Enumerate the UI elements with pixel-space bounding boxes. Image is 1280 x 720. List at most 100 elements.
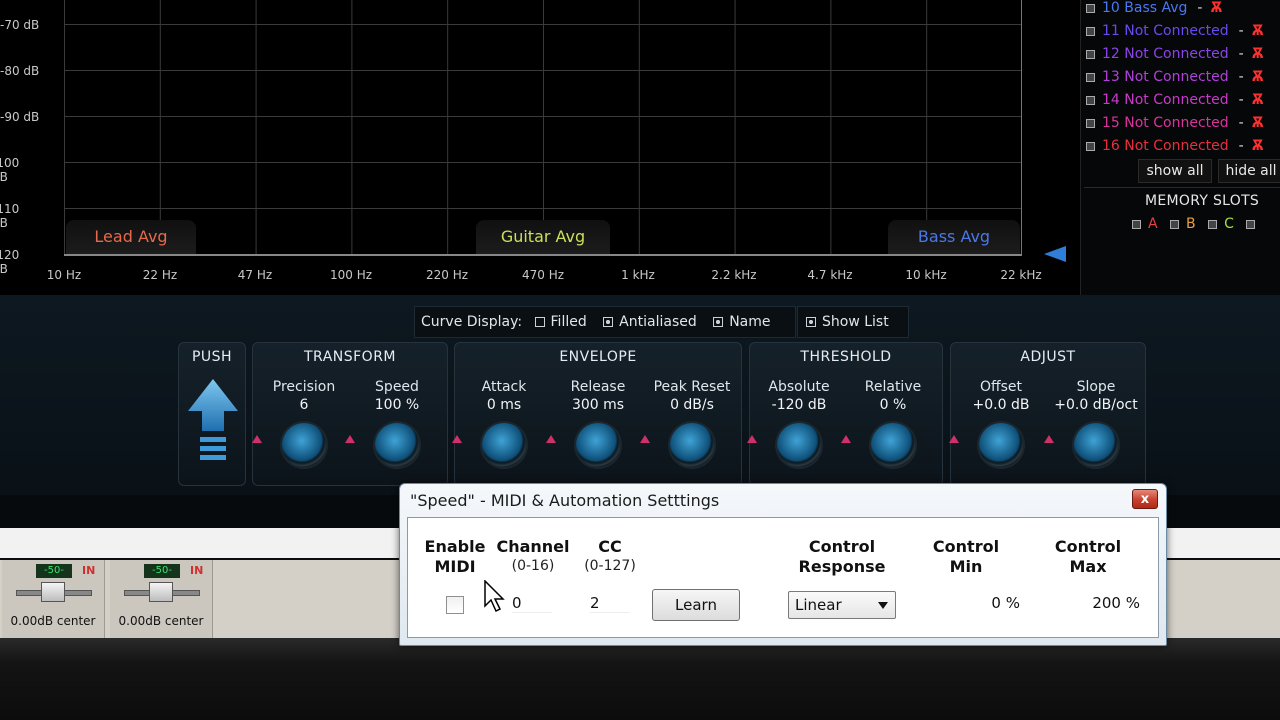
channel-list-item[interactable]: 13 Not Connected - Ѫ [1086,67,1264,87]
knob-value: 6 [299,397,309,413]
delete-channel-icon[interactable]: Ѫ [1252,69,1264,85]
enable-midi-header: Enable MIDI [424,537,486,576]
channel-visibility-checkbox[interactable] [1086,49,1095,59]
push-title: PUSH [191,349,233,365]
slope-knob[interactable] [1044,423,1118,467]
channel-list-item[interactable]: 14 Not Connected - Ѫ [1086,90,1264,110]
cc-header: CC [598,537,622,556]
channel-list-item[interactable]: 16 Not Connected - Ѫ [1086,136,1264,156]
freq-label: 100 Hz [329,268,373,282]
enable-midi-checkbox[interactable] [446,596,464,614]
freq-label: 470 Hz [521,268,565,282]
channel-visibility-checkbox[interactable] [1086,118,1095,128]
automation-arrow-icon[interactable] [1044,435,1054,443]
curve-tag-lead-avg[interactable]: Lead Avg [66,220,196,254]
memory-slot-c[interactable]: C [1208,216,1234,232]
memory-slot-b[interactable]: B [1170,216,1196,232]
channel-dash: - [1238,115,1244,131]
show-all-button[interactable]: show all [1138,159,1212,183]
close-button[interactable]: x [1132,489,1158,509]
offset-knob[interactable] [949,423,1023,467]
threshold-title: THRESHOLD [800,349,892,365]
delete-channel-icon[interactable]: Ѫ [1252,115,1264,131]
channel-visibility-checkbox[interactable] [1086,3,1095,13]
automation-arrow-icon[interactable] [546,435,556,443]
antialiased-checkbox[interactable]: Antialiased [603,314,697,330]
automation-arrow-icon[interactable] [949,435,959,443]
freq-label: 220 Hz [425,268,469,282]
channel-visibility-checkbox[interactable] [1086,95,1095,105]
automation-arrow-icon[interactable] [747,435,757,443]
memory-slot-checkbox[interactable] [1208,219,1218,229]
channel-visibility-checkbox[interactable] [1086,141,1095,151]
absolute-knob[interactable] [747,423,821,467]
delete-channel-icon[interactable]: Ѫ [1252,23,1264,39]
push-group: PUSH [178,342,246,486]
channel-list-item[interactable]: 15 Not Connected - Ѫ [1086,113,1264,133]
channel-input[interactable]: 0 [512,594,552,613]
memory-slot-d[interactable] [1246,216,1262,232]
automation-arrow-icon[interactable] [252,435,262,443]
attack-knob[interactable] [452,423,526,467]
channel-list-item[interactable]: 11 Not Connected - Ѫ [1086,21,1264,41]
channel-dash: - [1238,23,1244,39]
memory-slot-checkbox[interactable] [1170,219,1180,229]
learn-button[interactable]: Learn [652,589,740,621]
db-label: -110 dB [0,202,20,230]
input-indicator[interactable]: IN [190,564,203,577]
control-min-input[interactable]: 0 % [952,594,1020,612]
channel-visibility-checkbox[interactable] [1086,26,1095,36]
freq-label: 1 kHz [621,268,655,282]
automation-arrow-icon[interactable] [841,435,851,443]
memory-slot-checkbox[interactable] [1132,219,1141,229]
hide-all-button[interactable]: hide all [1218,159,1280,183]
filled-checkbox[interactable]: Filled [534,314,587,330]
knob-value: 100 % [374,397,420,413]
control-max-input[interactable]: 200 % [1068,594,1140,612]
curve-display-bar: Curve Display: Filled Antialiased Name [414,306,796,338]
curve-tag-bass-avg[interactable]: Bass Avg [888,220,1020,254]
offset-control: Offset +0.0 dB [949,379,1048,467]
channel-list-item[interactable]: 10 Bass Avg - Ѫ [1086,0,1222,18]
automation-arrow-icon[interactable] [640,435,650,443]
channel-visibility-checkbox[interactable] [1086,72,1095,82]
control-response-select[interactable]: Linear [788,591,896,619]
release-knob[interactable] [546,423,620,467]
knob-value: +0.0 dB [972,397,1030,413]
channel-list-item[interactable]: 12 Not Connected - Ѫ [1086,44,1264,64]
channel-dash: - [1238,92,1244,108]
channel-name: 13 Not Connected [1102,69,1229,85]
automation-arrow-icon[interactable] [345,435,355,443]
channel-name: 14 Not Connected [1102,92,1229,108]
delete-channel-icon[interactable]: Ѫ [1252,46,1264,62]
delete-channel-icon[interactable]: Ѫ [1210,0,1222,16]
show-list-checkbox[interactable]: Show List [797,306,909,338]
knob-label: Offset [979,379,1023,395]
slider-thumb[interactable] [41,582,65,602]
pan-slider[interactable] [16,582,92,602]
mouse-cursor-icon [484,580,505,613]
pan-slider[interactable] [124,582,200,602]
db-label: -80 dB [0,64,40,78]
knob-value: 0 ms [486,397,522,413]
checkbox-checked-icon [603,317,614,327]
db-label: -120 dB [0,248,20,276]
push-arrow-icon[interactable] [186,377,240,467]
memory-slot-a[interactable]: A [1132,216,1158,232]
input-indicator[interactable]: IN [82,564,95,577]
precision-knob[interactable] [252,423,326,467]
memory-slot-checkbox[interactable] [1246,219,1256,229]
name-checkbox[interactable]: Name [713,314,771,330]
delete-channel-icon[interactable]: Ѫ [1252,138,1264,154]
relative-knob[interactable] [841,423,915,467]
transform-title: TRANSFORM [303,349,397,365]
delete-channel-icon[interactable]: Ѫ [1252,92,1264,108]
curve-tag-guitar-avg[interactable]: Guitar Avg [476,220,610,254]
cc-input[interactable]: 2 [590,594,630,613]
memory-slots-title: MEMORY SLOTS [1145,193,1260,209]
threshold-marker-icon[interactable] [1044,246,1066,262]
automation-arrow-icon[interactable] [452,435,462,443]
speed-knob[interactable] [345,423,419,467]
peak-reset-knob[interactable] [640,423,714,467]
slider-thumb[interactable] [149,582,173,602]
